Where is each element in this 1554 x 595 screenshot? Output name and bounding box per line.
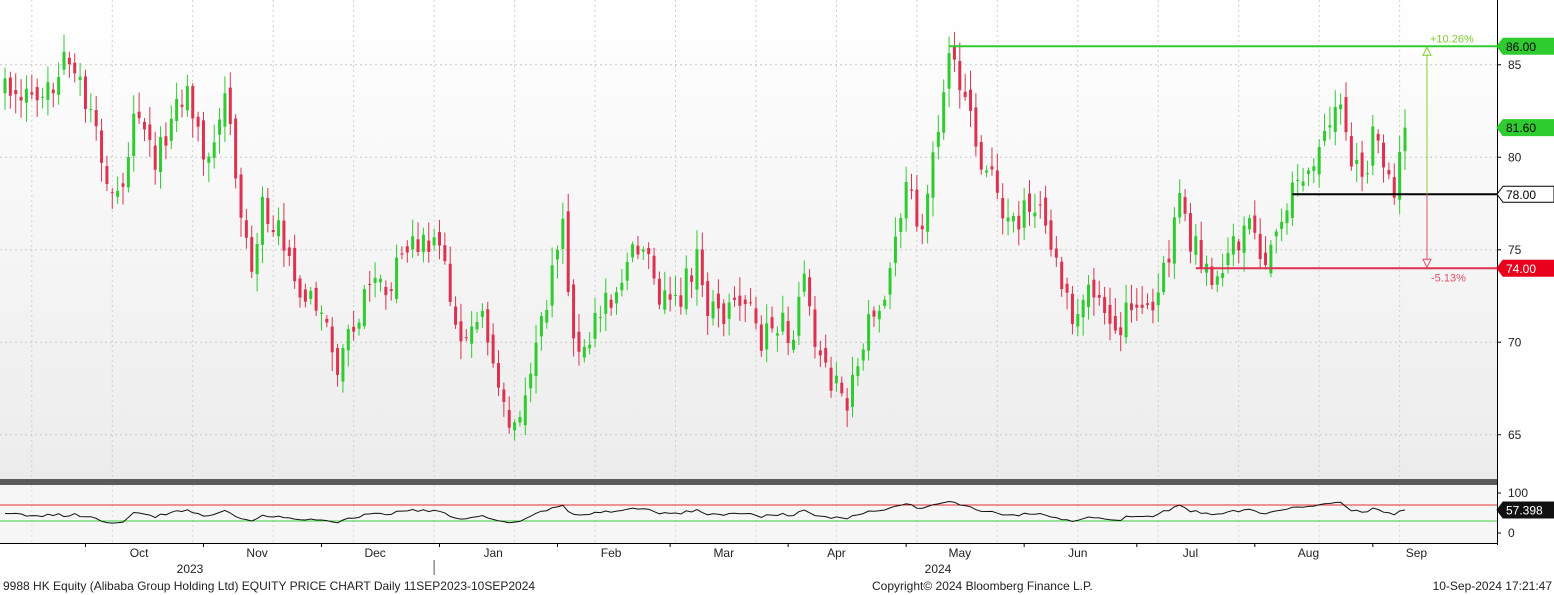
x-month-label: Jun xyxy=(1068,546,1087,560)
pivot-value-tag: 78.00 xyxy=(1496,185,1554,203)
x-month-label: Apr xyxy=(827,546,846,560)
rsi-value-tag: 57.398 xyxy=(1496,501,1554,519)
x-month-label: Nov xyxy=(246,546,267,560)
x-month-label: Sep xyxy=(1406,546,1428,560)
candle xyxy=(362,285,366,330)
rsi-tick-label: 100 xyxy=(1508,486,1528,500)
candle xyxy=(234,114,238,189)
x-month-label: May xyxy=(948,546,971,560)
x-year-label: 2023 xyxy=(177,562,204,576)
price-chart: +10.26% -5.13% 65 70 75 80 85 0 100 Oct Nov Dec Jan… xyxy=(0,0,1554,576)
copyright: Copyright© 2024 Bloomberg Finance L.P. xyxy=(872,579,1093,593)
x-year-label: 2024 xyxy=(925,562,952,576)
candle xyxy=(1269,240,1273,278)
x-month-label: Feb xyxy=(601,546,622,560)
y-tick-label: 65 xyxy=(1508,428,1522,442)
x-month-label: Oct xyxy=(130,546,149,560)
svg-text:57.398: 57.398 xyxy=(1506,504,1543,518)
timestamp: 10-Sep-2024 17:21:47 xyxy=(1432,579,1552,593)
svg-text:86.00: 86.00 xyxy=(1506,40,1536,54)
x-month-label: Jul xyxy=(1183,546,1198,560)
downside-pct-label: -5.13% xyxy=(1431,272,1466,284)
x-month-label: Jan xyxy=(483,546,502,560)
x-month-label: Aug xyxy=(1298,546,1319,560)
x-month-label: Mar xyxy=(713,546,734,560)
y-tick-label: 75 xyxy=(1508,243,1522,257)
y-tick-label: 85 xyxy=(1508,58,1522,72)
resistance-value-tag: 86.00 xyxy=(1496,37,1554,55)
y-tick-label: 70 xyxy=(1508,335,1522,349)
price-panel-background xyxy=(0,0,1497,481)
chart-title: 9988 HK Equity (Alibaba Group Holding Lt… xyxy=(3,579,536,593)
upside-pct-label: +10.26% xyxy=(1430,33,1474,45)
support-value-tag: 74.00 xyxy=(1496,259,1554,277)
svg-text:81.60: 81.60 xyxy=(1506,121,1536,135)
last-price-tag: 81.60 xyxy=(1496,119,1554,137)
panel-divider[interactable] xyxy=(0,479,1497,485)
rsi-tick-label: 0 xyxy=(1508,526,1515,540)
svg-text:74.00: 74.00 xyxy=(1506,262,1536,276)
svg-text:78.00: 78.00 xyxy=(1506,188,1536,202)
x-month-label: Dec xyxy=(364,546,385,560)
y-tick-label: 80 xyxy=(1508,150,1522,164)
